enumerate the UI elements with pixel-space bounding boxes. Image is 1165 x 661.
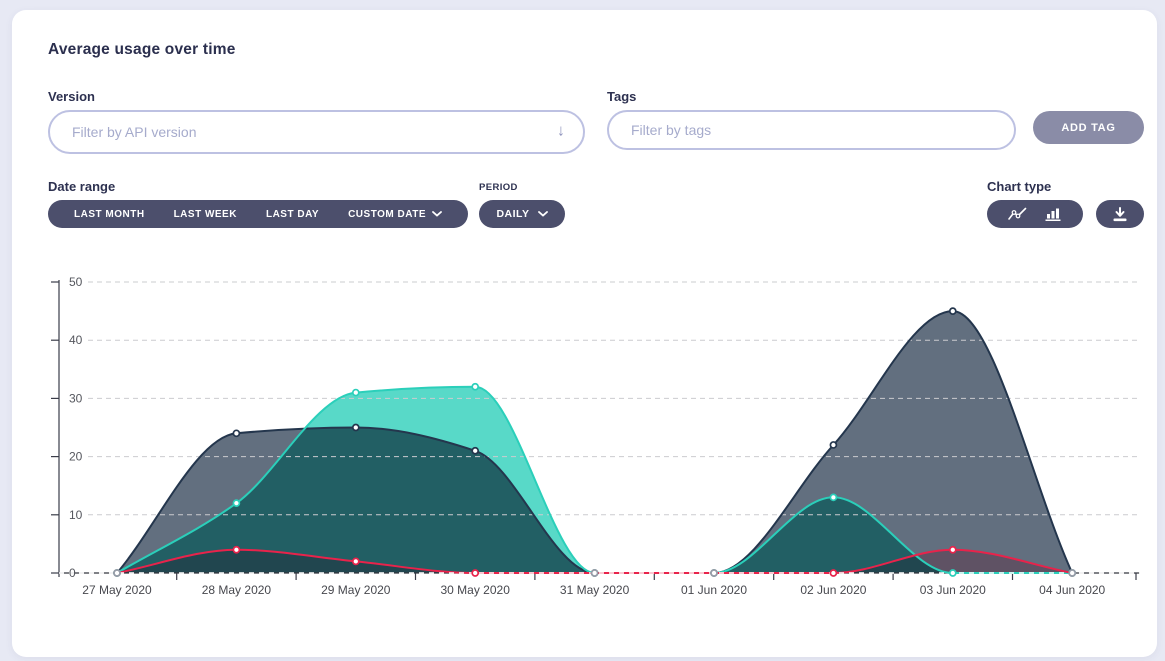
y-axis-label: 10 (69, 508, 83, 522)
data-point[interactable] (472, 448, 478, 454)
data-point[interactable] (950, 570, 956, 576)
y-axis-label: 50 (69, 275, 83, 289)
usage-panel: Average usage over time Version ↓ Tags A… (12, 10, 1157, 657)
version-filter: ↓ (48, 110, 585, 154)
y-axis-label: 0 (69, 566, 76, 580)
x-axis-label: 30 May 2020 (441, 583, 511, 597)
y-axis-label: 20 (69, 450, 83, 464)
line-chart-button[interactable] (1008, 207, 1027, 221)
x-axis-label: 02 Jun 2020 (800, 583, 866, 597)
data-point[interactable] (830, 570, 836, 576)
data-point[interactable] (472, 384, 478, 390)
tags-filter (607, 110, 1016, 150)
data-point[interactable] (711, 570, 717, 576)
x-axis-label: 04 Jun 2020 (1039, 583, 1105, 597)
x-axis-label: 03 Jun 2020 (920, 583, 986, 597)
data-point[interactable] (233, 547, 239, 553)
x-axis-label: 27 May 2020 (82, 583, 152, 597)
date-last-week-button[interactable]: LAST WEEK (174, 209, 237, 220)
version-label: Version (48, 89, 95, 104)
period-value: DAILY (496, 208, 529, 220)
date-custom-button[interactable]: CUSTOM DATE (348, 209, 442, 220)
data-point[interactable] (114, 570, 120, 576)
y-axis-label: 40 (69, 333, 83, 347)
data-point[interactable] (472, 570, 478, 576)
period-select[interactable]: DAILY (479, 200, 565, 228)
bar-chart-icon (1044, 207, 1062, 221)
data-point[interactable] (592, 570, 598, 576)
data-point[interactable] (233, 430, 239, 436)
chart-type-label: Chart type (987, 179, 1051, 194)
data-point[interactable] (830, 442, 836, 448)
date-last-month-button[interactable]: LAST MONTH (74, 209, 145, 220)
x-axis-label: 01 Jun 2020 (681, 583, 747, 597)
period-label: PERIOD (479, 182, 518, 193)
page-title: Average usage over time (48, 41, 236, 59)
data-point[interactable] (353, 558, 359, 564)
add-tag-button[interactable]: ADD TAG (1033, 111, 1144, 144)
x-axis-label: 28 May 2020 (202, 583, 272, 597)
data-point[interactable] (353, 425, 359, 431)
x-axis-label: 29 May 2020 (321, 583, 391, 597)
y-axis-label: 30 (69, 391, 83, 405)
usage-chart: 0 10 20 30 40 50 27 May 2020 28 May 2020 29 May … (45, 272, 1145, 607)
download-icon (1111, 207, 1129, 222)
data-point[interactable] (950, 308, 956, 314)
data-point[interactable] (353, 390, 359, 396)
download-button[interactable] (1096, 200, 1144, 228)
tags-label: Tags (607, 89, 636, 104)
line-chart-icon (1008, 207, 1027, 221)
chevron-down-icon (538, 211, 548, 217)
version-filter-input[interactable] (48, 110, 585, 154)
tags-filter-input[interactable] (607, 110, 1016, 150)
chevron-down-icon (432, 211, 442, 217)
date-range-label: Date range (48, 179, 115, 194)
data-point[interactable] (233, 500, 239, 506)
date-custom-label: CUSTOM DATE (348, 209, 426, 220)
chart-type-toggle (987, 200, 1083, 228)
bar-chart-button[interactable] (1044, 207, 1062, 221)
data-point[interactable] (950, 547, 956, 553)
data-point[interactable] (1069, 570, 1075, 576)
data-point[interactable] (830, 494, 836, 500)
x-axis-label: 31 May 2020 (560, 583, 630, 597)
date-range-group: LAST MONTH LAST WEEK LAST DAY CUSTOM DAT… (48, 200, 468, 228)
date-last-day-button[interactable]: LAST DAY (266, 209, 319, 220)
